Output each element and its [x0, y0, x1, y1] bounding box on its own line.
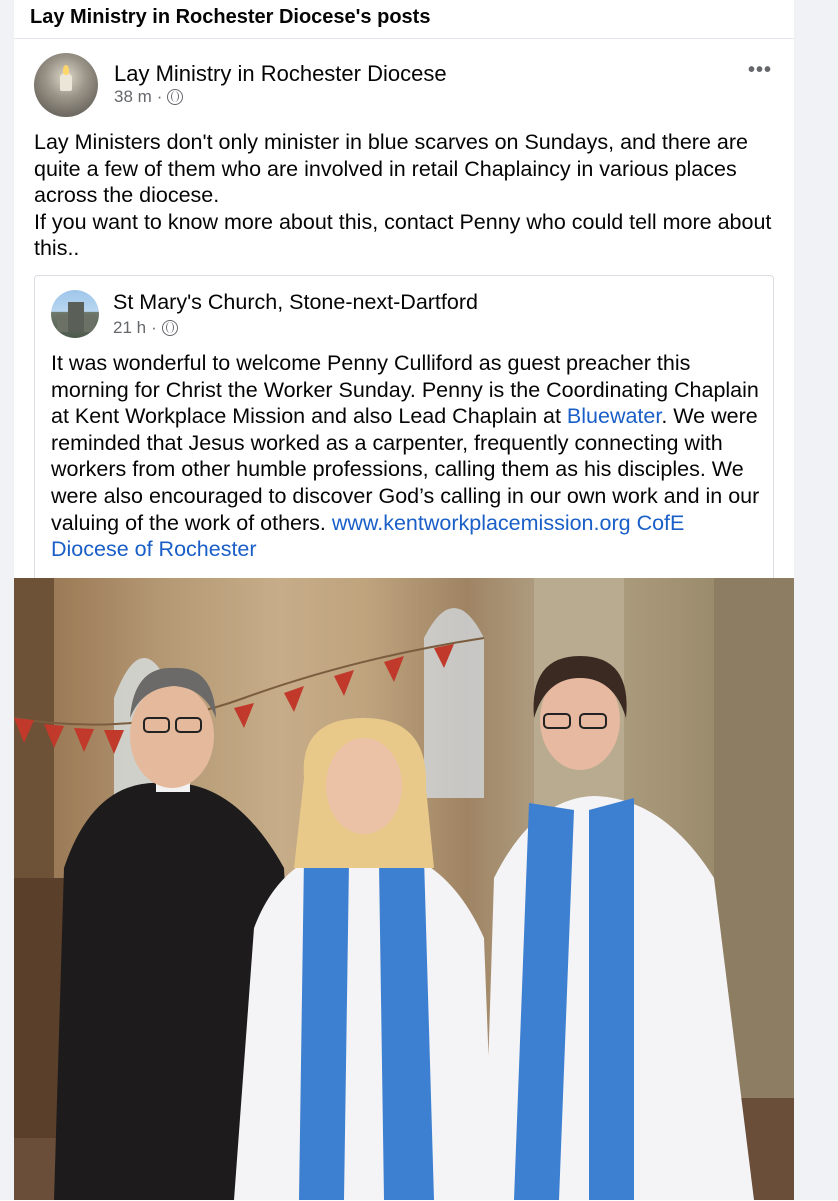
post-timestamp[interactable]: 38 m — [114, 87, 152, 107]
candle-flame-icon — [63, 65, 69, 75]
page-background-left — [0, 0, 14, 1200]
website-link[interactable]: www.kentworkplacemission.org — [332, 511, 631, 535]
bluewater-link[interactable]: Bluewater — [567, 404, 661, 428]
church-tower-icon — [68, 302, 84, 332]
post-meta: 38 m · — [114, 87, 184, 107]
candle-icon — [60, 75, 72, 91]
shared-author-avatar[interactable] — [51, 290, 99, 338]
globe-icon[interactable] — [161, 320, 178, 336]
post-paragraph-2: If you want to know more about this, con… — [34, 209, 772, 261]
shared-post-meta: 21 h · — [113, 318, 178, 338]
shared-post[interactable]: St Mary's Church, Stone-next-Dartford 21… — [34, 275, 774, 580]
post-paragraph-1: Lay Ministers don't only minister in blu… — [34, 130, 748, 207]
photo-illustration — [14, 578, 794, 1200]
post-body: Lay Ministers don't only minister in blu… — [34, 129, 784, 262]
post-photo[interactable] — [14, 578, 794, 1200]
globe-icon[interactable] — [167, 89, 184, 105]
meta-separator: · — [156, 87, 163, 106]
feed-heading: Lay Ministry in Rochester Diocese's post… — [30, 6, 431, 28]
more-options-icon[interactable]: ••• — [748, 59, 772, 82]
shared-post-timestamp[interactable]: 21 h — [113, 318, 146, 338]
stained-glass-window — [424, 608, 484, 798]
author-avatar[interactable] — [34, 53, 98, 117]
meta-separator: · — [151, 318, 157, 337]
page-background-right — [794, 0, 838, 1200]
author-name[interactable]: Lay Ministry in Rochester Diocese — [114, 61, 447, 87]
shared-author-name[interactable]: St Mary's Church, Stone-next-Dartford — [113, 290, 478, 315]
shared-post-body: It was wonderful to welcome Penny Cullif… — [51, 350, 767, 563]
